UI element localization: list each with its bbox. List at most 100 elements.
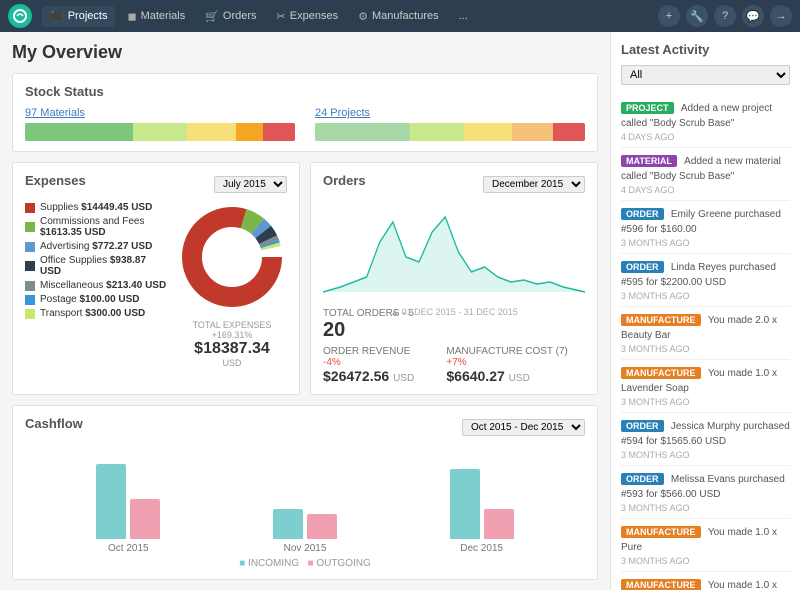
- activity-time: 3 MONTHS AGO: [621, 556, 790, 566]
- activity-list: PROJECT Added a new project called "Body…: [621, 95, 790, 590]
- revenue-value: $26472.56 USD: [323, 368, 426, 384]
- materials-bar: [25, 123, 295, 141]
- mat-seg-1: [25, 123, 133, 141]
- legend-commissions: Commissions and Fees $1613.35 USD: [25, 216, 167, 238]
- chart-date-range: ▲ 01 DEC 2015 - 31 DEC 2015: [323, 307, 585, 317]
- manufacture-label: MANUFACTURE COST (7) +7%: [446, 346, 585, 368]
- nav-materials[interactable]: ◼ Materials: [119, 6, 193, 27]
- misc-dot: [25, 281, 35, 291]
- activity-item: MANUFACTURE You made 1.0 x Orange Scrub …: [621, 572, 790, 590]
- cashflow-nov: Nov 2015: [222, 449, 389, 554]
- donut-svg: [177, 202, 287, 312]
- activity-item: ORDER Melissa Evans purchased #593 for $…: [621, 466, 790, 519]
- commissions-dot: [25, 222, 35, 232]
- proj-seg-4: [512, 123, 553, 141]
- oct-bars: [96, 449, 160, 539]
- legend-advertising: Advertising $772.27 USD: [25, 241, 167, 252]
- projects-bar: [315, 123, 585, 141]
- nav-projects[interactable]: ⬛ Projects: [42, 6, 115, 27]
- cashflow-period-select[interactable]: Oct 2015 - Dec 2015: [462, 419, 585, 436]
- page-title: My Overview: [12, 42, 598, 63]
- activity-time: 3 MONTHS AGO: [621, 397, 790, 407]
- help-icon[interactable]: ?: [714, 5, 736, 27]
- cashflow-card: Cashflow Oct 2015 - Dec 2015 Oct 2015: [12, 405, 598, 580]
- top-nav: ⬛ Projects ◼ Materials 🛒 Orders ✂ Expens…: [0, 0, 800, 32]
- dec-incoming-bar: [450, 469, 480, 539]
- donut-total: TOTAL EXPENSES +169.31% $18387.34 USD: [177, 320, 287, 368]
- legend-misc: Miscellaneous $213.40 USD: [25, 280, 167, 291]
- total-currency: USD: [177, 358, 287, 368]
- activity-time: 3 MONTHS AGO: [621, 291, 790, 301]
- activity-filter-select[interactable]: All: [621, 65, 790, 85]
- legend-transport: Transport $300.00 USD: [25, 308, 167, 319]
- expenses-title: Expenses: [25, 173, 86, 188]
- mat-seg-5: [263, 123, 295, 141]
- dec-outgoing-bar: [484, 509, 514, 539]
- nov-outgoing-bar: [307, 514, 337, 539]
- donut-chart-wrap: TOTAL EXPENSES +169.31% $18387.34 USD: [177, 202, 287, 368]
- stock-status-title: Stock Status: [25, 84, 585, 99]
- nov-bars: [273, 449, 337, 539]
- orders-period-select[interactable]: December 2015: [483, 176, 585, 193]
- activity-item: ORDER Jessica Murphy purchased #594 for …: [621, 413, 790, 466]
- orders-title: Orders: [323, 173, 366, 188]
- activity-badge: MANUFACTURE: [621, 526, 701, 538]
- stock-projects: 24 Projects: [315, 107, 585, 141]
- plus-icon[interactable]: +: [658, 5, 680, 27]
- transport-label: Transport $300.00 USD: [40, 308, 145, 319]
- activity-badge: MANUFACTURE: [621, 314, 701, 326]
- cashflow-legend: ■ INCOMING ■ OUTGOING: [25, 558, 585, 569]
- orders-line-chart: [323, 202, 585, 302]
- nav-right: + 🔧 ? 💬 →: [658, 5, 792, 27]
- legend-office: Office Supplies $938.87 USD: [25, 255, 167, 277]
- expenses-header: Expenses July 2015: [25, 173, 287, 196]
- chat-icon[interactable]: 💬: [742, 5, 764, 27]
- revenue-label: ORDER REVENUE -4%: [323, 346, 426, 368]
- nav-orders[interactable]: 🛒 Orders: [197, 6, 264, 27]
- activity-sidebar: Latest Activity All PROJECT Added a new …: [610, 32, 800, 590]
- activity-time: 4 DAYS AGO: [621, 132, 790, 142]
- postage-label: Postage $100.00 USD: [40, 294, 140, 305]
- mat-seg-3: [187, 123, 236, 141]
- proj-seg-1: [315, 123, 410, 141]
- projects-label[interactable]: 24 Projects: [315, 107, 585, 119]
- activity-time: 3 MONTHS AGO: [621, 450, 790, 460]
- activity-item: ORDER Linda Reyes purchased #595 for $22…: [621, 254, 790, 307]
- nav-expenses[interactable]: ✂ Expenses: [269, 6, 347, 27]
- activity-filter: All: [621, 65, 790, 85]
- nav-manufactures[interactable]: ⚙ Manufactures: [350, 6, 447, 27]
- logout-icon[interactable]: →: [770, 5, 792, 27]
- activity-badge: MATERIAL: [621, 155, 677, 167]
- misc-label: Miscellaneous $213.40 USD: [40, 280, 166, 291]
- supplies-label: Supplies $14449.45 USD: [40, 202, 152, 213]
- main-content: My Overview Stock Status 97 Materials 24…: [0, 32, 610, 590]
- activity-badge: ORDER: [621, 473, 664, 485]
- app-logo[interactable]: [8, 4, 32, 28]
- activity-item: MANUFACTURE You made 1.0 x Pure 3 MONTHS…: [621, 519, 790, 572]
- activity-badge: MANUFACTURE: [621, 367, 701, 379]
- expenses-legend: Supplies $14449.45 USD Commissions and F…: [25, 202, 167, 322]
- office-label: Office Supplies $938.87 USD: [40, 255, 167, 277]
- activity-time: 3 MONTHS AGO: [621, 238, 790, 248]
- supplies-dot: [25, 203, 35, 213]
- expenses-period-select[interactable]: July 2015: [214, 176, 287, 193]
- oct-incoming-bar: [96, 464, 126, 539]
- orders-revenue-row: ORDER REVENUE -4% $26472.56 USD MANUFACT…: [323, 346, 585, 384]
- nav-more[interactable]: ...: [451, 6, 476, 26]
- office-dot: [25, 261, 35, 271]
- materials-label[interactable]: 97 Materials: [25, 107, 295, 119]
- nov-label: Nov 2015: [284, 543, 327, 554]
- legend-supplies: Supplies $14449.45 USD: [25, 202, 167, 213]
- stock-materials: 97 Materials: [25, 107, 295, 141]
- oct-outgoing-bar: [130, 499, 160, 539]
- tools-icon[interactable]: 🔧: [686, 5, 708, 27]
- activity-time: 4 DAYS AGO: [621, 185, 790, 195]
- total-orders-value: 20: [323, 319, 585, 342]
- activity-item: MANUFACTURE You made 1.0 x Lavender Soap…: [621, 360, 790, 413]
- cashflow-header: Cashflow Oct 2015 - Dec 2015: [25, 416, 585, 439]
- nov-incoming-bar: [273, 509, 303, 539]
- advertising-dot: [25, 242, 35, 252]
- activity-item: MATERIAL Added a new material called "Bo…: [621, 148, 790, 201]
- transport-dot: [25, 309, 35, 319]
- cashflow-bars: Oct 2015 Nov 2015 Dec 2015: [25, 449, 585, 554]
